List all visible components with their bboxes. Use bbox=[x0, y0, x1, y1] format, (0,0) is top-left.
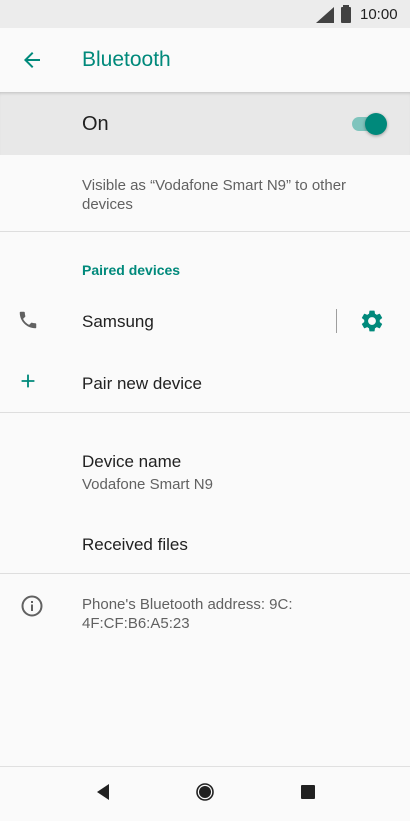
paired-device-name: Samsung bbox=[82, 312, 154, 331]
pair-new-device-label: Pair new device bbox=[82, 374, 203, 393]
nav-recents-icon[interactable] bbox=[300, 784, 316, 800]
info-icon bbox=[21, 595, 43, 617]
divider bbox=[0, 412, 410, 413]
device-name-label: Device name bbox=[82, 452, 182, 471]
paired-device-samsung[interactable]: Samsung bbox=[0, 300, 410, 342]
back-arrow-icon[interactable] bbox=[20, 48, 44, 72]
visibility-description: Visible as “Vodafone Smart N9” to other … bbox=[82, 177, 347, 213]
vertical-divider bbox=[336, 309, 337, 333]
bluetooth-master-switch[interactable]: On bbox=[0, 92, 410, 155]
plus-icon bbox=[21, 374, 35, 388]
device-name-value: Vodafone Smart N9 bbox=[82, 476, 213, 493]
received-files-row[interactable]: Received files bbox=[0, 523, 410, 565]
bluetooth-address: Phone's Bluetooth address: 9C: 4F:CF:B6:… bbox=[82, 596, 293, 632]
toggle-thumb bbox=[365, 113, 387, 135]
pair-new-device[interactable]: Pair new device bbox=[0, 362, 410, 404]
signal-icon bbox=[316, 7, 334, 23]
navigation-bar bbox=[0, 766, 410, 821]
master-switch-label: On bbox=[82, 113, 109, 135]
status-bar: 10:00 bbox=[0, 0, 410, 28]
status-time: 10:00 bbox=[360, 6, 398, 23]
bluetooth-toggle[interactable] bbox=[350, 112, 390, 136]
device-name-row[interactable]: Device name Vodafone Smart N9 bbox=[0, 445, 410, 497]
gear-icon[interactable] bbox=[359, 308, 385, 334]
battery-icon bbox=[341, 5, 351, 23]
paired-devices-header: Paired devices bbox=[82, 262, 181, 278]
page-title: Bluetooth bbox=[82, 48, 171, 71]
nav-back-icon[interactable] bbox=[95, 782, 111, 802]
nav-home-icon[interactable] bbox=[195, 782, 215, 802]
received-files-label: Received files bbox=[82, 535, 188, 554]
app-bar: Bluetooth bbox=[0, 28, 410, 92]
phone-icon bbox=[19, 311, 37, 329]
divider bbox=[0, 573, 410, 574]
divider bbox=[0, 231, 410, 232]
